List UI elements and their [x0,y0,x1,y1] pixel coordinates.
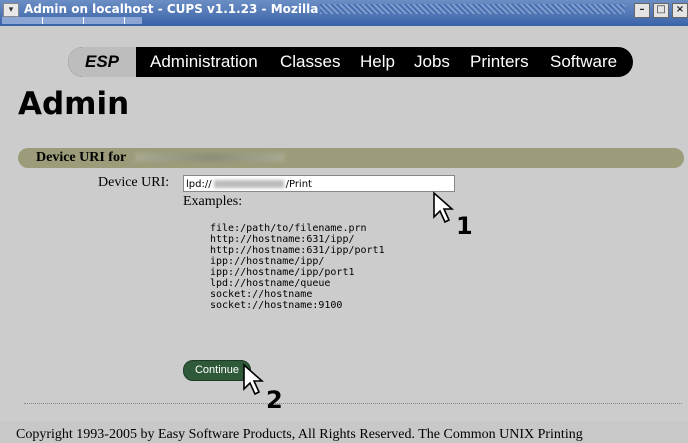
device-uri-label: Device URI: [98,175,170,190]
nav-classes[interactable]: Classes [280,47,340,77]
example-item: lpd://hostname/queue [210,278,331,289]
callout-number: 1 [456,212,473,240]
redacted-printer-name [135,153,286,163]
page-title: Admin [18,86,130,122]
window-titlebar: ▾ Admin on localhost - CUPS v1.1.23 - Mo… [0,0,688,26]
nav-esp[interactable]: ESP [68,47,136,77]
example-item: file:/path/to/filename.prn [210,223,367,234]
titlebar-pattern [320,4,625,14]
example-item: http://hostname:631/ipp/port1 [210,245,385,256]
example-item: ipp://hostname/ipp/port1 [210,267,355,278]
section-label: Device URI for [36,150,286,166]
divider [24,403,682,405]
nav-administration[interactable]: Administration [150,47,258,77]
window-title: Admin on localhost - CUPS v1.1.23 - Mozi… [24,2,319,16]
close-button[interactable]: × [672,3,688,18]
nav-help[interactable]: Help [360,47,395,77]
section-label-text: Device URI for [36,150,126,165]
example-item: ipp://hostname/ipp/ [210,256,325,267]
nav-jobs[interactable]: Jobs [414,47,450,77]
nav-software[interactable]: Software [550,47,617,77]
mouse-pointer-icon [243,363,265,396]
maximize-button[interactable]: □ [653,3,669,18]
example-item: socket://hostname:9100 [210,300,343,311]
callout-number: 2 [266,386,283,414]
tab-strip [2,17,142,24]
examples-label: Examples: [183,194,243,209]
device-uri-suffix: /Print [285,179,312,190]
page-content: ESP Administration Classes Help Jobs Pri… [0,26,688,442]
mouse-pointer-icon [433,191,455,224]
example-item: socket://hostname [210,289,313,300]
device-uri-input[interactable]: lpd:// /Print [183,175,455,192]
continue-button[interactable]: Continue [183,360,251,381]
examples-list: file:/path/to/filename.prn http://hostna… [210,223,385,311]
section-header: Device URI for [18,148,684,168]
redacted-host [213,180,284,188]
window-menu-icon[interactable]: ▾ [3,3,19,17]
example-item: http://hostname:631/ipp/ [210,234,355,245]
cups-nav-bar: ESP Administration Classes Help Jobs Pri… [68,47,633,77]
nav-printers[interactable]: Printers [470,47,529,77]
device-uri-prefix: lpd:// [186,179,212,190]
copyright-text: Copyright 1993-2005 by Easy Software Pro… [16,427,583,442]
minimize-button[interactable]: – [634,3,650,18]
